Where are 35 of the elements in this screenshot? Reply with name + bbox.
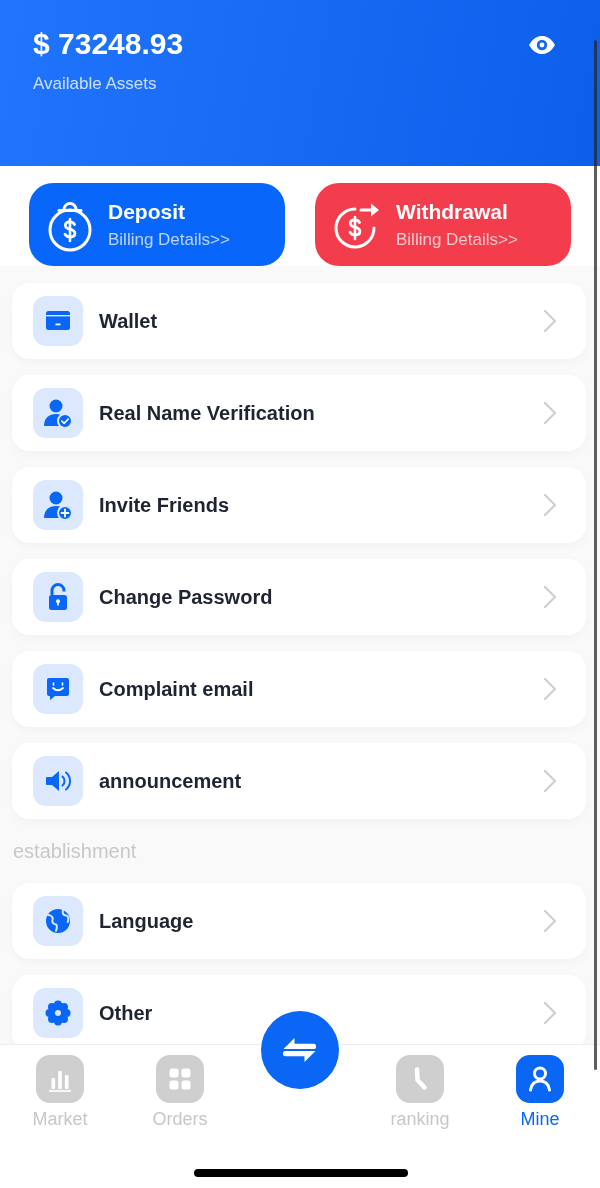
wallet-icon (33, 296, 83, 346)
chevron-right-icon (543, 493, 557, 517)
user-check-icon (33, 388, 83, 438)
menu-item[interactable]: announcement (12, 743, 586, 819)
globe-icon (33, 896, 83, 946)
speaker-icon (33, 756, 83, 806)
deposit-button[interactable]: Deposit Billing Details>> (29, 183, 285, 266)
user-plus-icon (33, 480, 83, 530)
menu-item[interactable]: Other (12, 975, 586, 1045)
eye-icon[interactable] (528, 35, 556, 55)
menu-item[interactable]: Change Password (12, 559, 586, 635)
menu-item[interactable]: Wallet (12, 283, 586, 359)
chevron-right-icon (543, 585, 557, 609)
chat-smile-icon (33, 664, 83, 714)
padlock-icon (33, 572, 83, 622)
gear-icon (33, 988, 83, 1038)
grid-icon (156, 1055, 204, 1103)
tab[interactable]: Mine (516, 1055, 564, 1130)
user-icon (516, 1055, 564, 1103)
menu-item[interactable]: Complaint email (12, 651, 586, 727)
chevron-right-icon (543, 909, 557, 933)
chevron-right-icon (543, 677, 557, 701)
withdrawal-button[interactable]: Withdrawal Billing Details>> (315, 183, 571, 266)
bar-chart-icon (36, 1055, 84, 1103)
balance-amount: $ 73248.93 (33, 26, 184, 62)
balance-caption: Available Assets (33, 73, 158, 95)
chevron-right-icon (543, 1001, 557, 1025)
chevron-right-icon (543, 401, 557, 425)
menu-item[interactable]: Invite Friends (12, 467, 586, 543)
menu-item[interactable]: Real Name Verification (12, 375, 586, 451)
clock-hands-icon (396, 1055, 444, 1103)
chevron-right-icon (543, 769, 557, 793)
menu-item[interactable]: Language (12, 883, 586, 959)
swap-arrows-icon (282, 1037, 318, 1063)
chevron-right-icon (543, 309, 557, 333)
